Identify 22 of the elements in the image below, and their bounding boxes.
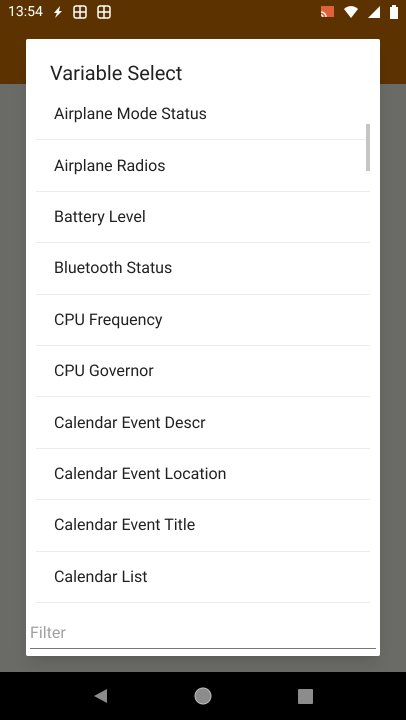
app-notification-icon — [96, 5, 111, 19]
filter-field[interactable]: Filter — [30, 617, 376, 649]
variable-list-item[interactable]: Bluetooth Status — [36, 243, 370, 295]
variable-list-item[interactable]: Calendar List — [36, 552, 370, 603]
variable-list-item[interactable]: CPU Governor — [36, 346, 370, 398]
signal-icon — [368, 6, 380, 18]
variable-list-item[interactable]: Calendar Event Location — [36, 448, 370, 500]
app-notification-icon — [72, 5, 87, 19]
variable-list-item[interactable]: Battery Level — [36, 192, 370, 244]
variable-list-item[interactable]: CPU Frequency — [36, 294, 370, 346]
back-icon[interactable] — [92, 688, 109, 704]
cast-icon — [320, 6, 334, 18]
recents-icon[interactable] — [298, 688, 314, 704]
variable-list-item[interactable]: Calendar Event Descr — [36, 397, 370, 449]
clock: 13:54 — [8, 2, 43, 22]
home-icon[interactable] — [194, 687, 212, 705]
scrollbar — [366, 124, 370, 171]
variable-list-item[interactable]: Calendar Event Title — [36, 500, 370, 552]
flash-icon — [52, 6, 63, 18]
wifi-icon — [344, 6, 358, 18]
battery-icon — [390, 5, 398, 19]
dialog-title: Variable Select — [49, 60, 184, 87]
